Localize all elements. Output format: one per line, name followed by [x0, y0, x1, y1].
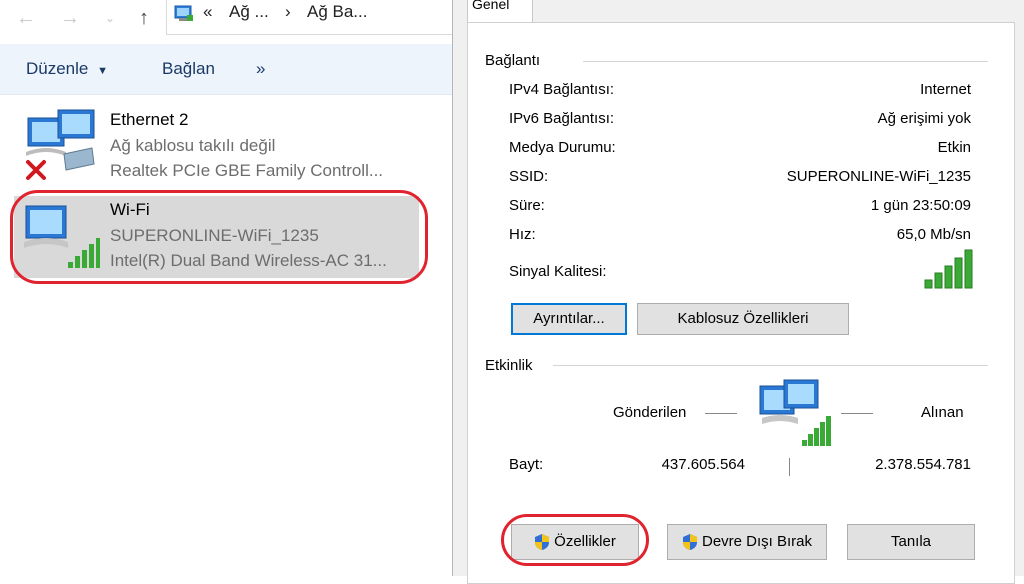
- activity-section-heading: Etkinlik: [485, 357, 533, 374]
- address-bar: ← → ⌄ ↑ « Ağ ... › Ağ Ba...: [0, 0, 453, 38]
- activity-divider: [789, 458, 790, 476]
- disable-label: Devre Dışı Bırak: [701, 533, 813, 550]
- ssid-label: SSID:: [509, 168, 549, 185]
- wireless-properties-button[interactable]: Kablosuz Özellikleri: [637, 303, 849, 335]
- bytes-sent-value: 437.605.564: [661, 456, 745, 473]
- duration-label: Süre:: [509, 197, 545, 214]
- connection-section-heading: Bağlantı: [485, 52, 541, 69]
- back-arrow-icon[interactable]: ←: [14, 6, 38, 30]
- speed-value: 65,0 Mb/sn: [896, 226, 971, 243]
- speed-label: Hız:: [509, 226, 536, 243]
- command-bar: Düzenle ▼ Bağlan »: [0, 44, 452, 95]
- details-button[interactable]: Ayrıntılar...: [511, 303, 627, 335]
- sent-label: Gönderilen: [613, 404, 687, 421]
- organize-label: Düzenle: [26, 59, 89, 78]
- section-divider: [553, 365, 988, 366]
- uac-shield-icon: [682, 534, 697, 551]
- breadcrumb-item-1[interactable]: Ağ ...: [229, 0, 269, 24]
- network-activity-icon: [759, 379, 831, 446]
- bytes-received-value: 2.378.554.781: [875, 456, 971, 473]
- breadcrumb-item-2[interactable]: Ağ Ba...: [307, 0, 367, 24]
- up-arrow-icon[interactable]: ↑: [132, 6, 156, 30]
- media-state-value: Etkin: [937, 139, 971, 156]
- organize-button[interactable]: Düzenle ▼: [26, 59, 108, 79]
- breadcrumb-separator[interactable]: ›: [285, 0, 291, 24]
- network-connections-window: ← → ⌄ ↑ « Ağ ... › Ağ Ba... Düzenle ▼ Ba…: [0, 0, 453, 576]
- connection-device: Realtek PCIe GBE Family Controll...: [110, 161, 384, 180]
- signal-strength-icon: [924, 249, 973, 289]
- received-line: [841, 413, 873, 414]
- tab-general[interactable]: Genel: [467, 0, 533, 22]
- network-folder-icon: [174, 5, 193, 21]
- highlight-ring: [501, 514, 649, 566]
- dropdown-triangle-icon: ▼: [97, 65, 108, 77]
- ipv6-label: IPv6 Bağlantısı:: [509, 110, 615, 127]
- more-commands-button[interactable]: »: [256, 59, 265, 79]
- ssid-value: SUPERONLINE-WiFi_1235: [786, 168, 971, 185]
- ipv4-label: IPv4 Bağlantısı:: [509, 81, 615, 98]
- section-divider: [583, 61, 988, 62]
- forward-arrow-icon[interactable]: →: [58, 6, 82, 30]
- diagnose-button[interactable]: Tanıla: [847, 524, 975, 560]
- disconnected-x-icon: [26, 160, 46, 180]
- bytes-label: Bayt:: [509, 456, 544, 473]
- received-label: Alınan: [921, 404, 964, 421]
- connect-button[interactable]: Bağlan: [162, 59, 215, 79]
- ipv4-value: Internet: [920, 81, 971, 98]
- sent-line: [705, 413, 737, 414]
- connection-status: Ağ kablosu takılı değil: [110, 136, 276, 155]
- wifi-status-dialog: Genel Bağlantı IPv4 Bağlantısı: Internet…: [452, 0, 1024, 584]
- signal-quality-label: Sinyal Kalitesi:: [509, 263, 607, 280]
- highlight-ring: [10, 190, 428, 284]
- ipv6-value: Ağ erişimi yok: [877, 110, 971, 127]
- connection-name: Ethernet 2: [110, 110, 189, 129]
- media-state-label: Medya Durumu:: [509, 139, 616, 156]
- breadcrumb-overflow[interactable]: «: [203, 0, 212, 24]
- recent-locations-chevron-icon[interactable]: ⌄: [98, 6, 122, 30]
- address-field[interactable]: « Ağ ... › Ağ Ba...: [166, 0, 453, 35]
- duration-value: 1 gün 23:50:09: [870, 197, 971, 214]
- disable-button[interactable]: Devre Dışı Bırak: [667, 524, 827, 560]
- list-item[interactable]: Ethernet 2 Ağ kablosu takılı değil Realt…: [14, 104, 419, 186]
